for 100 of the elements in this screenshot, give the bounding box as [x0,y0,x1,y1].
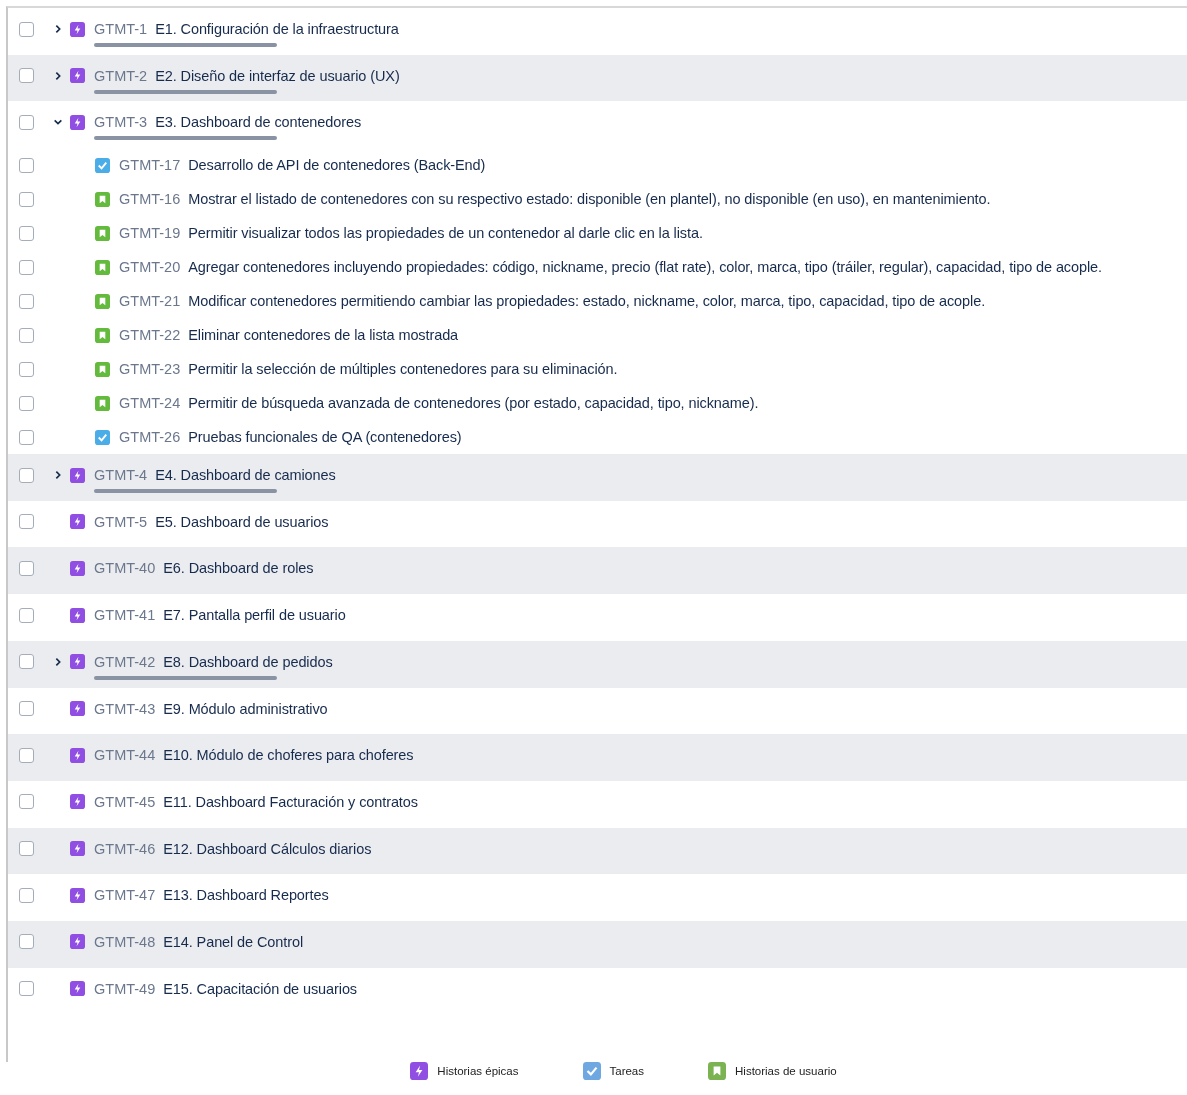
issue-key[interactable]: GTMT-40 [94,560,156,577]
issue-title[interactable]: E9. Módulo administrativo [163,700,328,717]
lightning-icon [70,560,85,576]
checkbox[interactable] [19,467,34,483]
checkbox[interactable] [19,981,34,997]
issue-title[interactable]: Desarrollo de API de contenedores (Back-End) [188,157,486,174]
issue-title[interactable]: E4. Dashboard de camiones [155,467,336,484]
checkbox[interactable] [19,114,34,130]
lightning-icon [70,654,85,670]
issue-key[interactable]: GTMT-16 [119,191,181,208]
issue-title[interactable]: E2. Diseño de interfaz de usuario (UX) [155,67,400,84]
issue-title[interactable]: Mostrar el listado de contenedores con su respectivo estado: disponible (en plantel), no disponible (en uso), en mantenimiento. [188,191,991,208]
issue-key[interactable]: GTMT-20 [119,259,181,276]
issue-key[interactable]: GTMT-43 [94,700,156,717]
issue-key[interactable]: GTMT-42 [94,653,156,670]
lightning-icon [70,68,85,84]
lightning-icon [70,934,85,950]
checkbox[interactable] [19,887,34,903]
bookmark-icon [95,361,110,377]
lightning-icon [70,747,85,763]
issue-title[interactable]: E11. Dashboard Facturación y contratos [163,793,418,810]
checkbox[interactable] [19,225,34,241]
issue-title[interactable]: E12. Dashboard Cálculos diarios [163,840,372,857]
issue-key[interactable]: GTMT-21 [119,293,181,310]
bookmark-icon [708,1062,727,1081]
checkbox[interactable] [19,934,34,950]
issue-title[interactable]: E5. Dashboard de usuarios [155,513,329,530]
chevron-right-icon[interactable] [53,656,63,667]
checkbox[interactable] [19,654,34,670]
checkbox[interactable] [19,607,34,623]
checkbox[interactable] [19,429,34,445]
bookmark-icon [95,395,110,411]
checkbox[interactable] [19,293,34,309]
legend-label: Tareas [609,1065,645,1078]
issue-key[interactable]: GTMT-24 [119,395,181,412]
issue-key[interactable]: GTMT-5 [94,513,148,530]
issue-title[interactable]: E10. Módulo de choferes para choferes [163,747,414,764]
checkbox[interactable] [19,560,34,576]
bookmark-icon [95,293,110,309]
checkbox[interactable] [19,395,34,411]
issue-title[interactable]: E8. Dashboard de pedidos [163,653,333,670]
chevron-right-icon[interactable] [53,70,63,81]
issue-key[interactable]: GTMT-46 [94,840,156,857]
issue-key[interactable]: GTMT-19 [119,225,181,242]
lightning-icon [70,114,85,130]
issue-title[interactable]: E6. Dashboard de roles [163,560,314,577]
checkbox[interactable] [19,157,34,173]
issue-key[interactable]: GTMT-48 [94,933,156,950]
issue-key[interactable]: GTMT-26 [119,429,181,446]
issue-title[interactable]: E15. Capacitación de usuarios [163,980,357,997]
checkbox[interactable] [19,21,34,37]
issue-key[interactable]: GTMT-41 [94,607,156,624]
issue-title[interactable]: Permitir la selección de múltiples contenedores para su eliminación. [188,361,618,378]
lightning-icon [70,981,85,997]
issue-title[interactable]: Permitir de búsqueda avanzada de contenedores (por estado, capacidad, tipo, nickname). [188,395,759,412]
checkbox[interactable] [19,841,34,857]
lightning-icon [70,467,85,483]
issue-title[interactable]: Permitir visualizar todos las propiedades de un contenedor al darle clic en la lista. [188,225,703,242]
issue-title[interactable]: E1. Configuración de la infraestructura [155,21,399,37]
lightning-icon [410,1062,429,1081]
checkbox[interactable] [19,361,34,377]
checkbox[interactable] [19,259,34,275]
chevron-right-icon[interactable] [53,24,63,34]
bookmark-icon [95,225,110,241]
checkbox[interactable] [19,514,34,530]
checkbox[interactable] [19,68,34,84]
chevron-right-icon[interactable] [53,470,63,481]
lightning-icon [70,701,85,716]
issue-key[interactable]: GTMT-49 [94,980,156,997]
issue-key[interactable]: GTMT-4 [94,467,148,484]
issue-title[interactable]: E13. Dashboard Reportes [163,887,329,904]
issue-key[interactable]: GTMT-44 [94,747,156,764]
issue-title[interactable]: E3. Dashboard de contenedores [155,114,362,131]
checkbox[interactable] [19,327,34,343]
issue-key[interactable]: GTMT-45 [94,793,156,810]
issue-key[interactable]: GTMT-1 [94,21,148,37]
legend-label: Historias épicas [437,1065,519,1078]
issue-title[interactable]: Pruebas funcionales de QA (contenedores) [188,429,462,446]
issue-title[interactable]: Modificar contenedores permitiendo cambiar las propiedades: estado, nickname, color, marca, tipo, capacidad, tipo de acople. [188,293,986,310]
issue-title[interactable]: E14. Panel de Control [163,933,303,950]
issue-key[interactable]: GTMT-2 [94,67,148,84]
issue-key[interactable]: GTMT-22 [119,327,181,344]
bookmark-icon [95,191,110,207]
issue-title[interactable]: Agregar contenedores incluyendo propiedades: código, nickname, precio (flat rate), color, marca, tipo (tráiler, regular), capacidad, tipo de acople. [188,259,1102,276]
issue-key[interactable]: GTMT-47 [94,887,156,904]
issue-key[interactable]: GTMT-17 [119,157,181,174]
checkmark-icon [95,157,110,173]
checkbox[interactable] [19,191,34,207]
issue-title[interactable]: Eliminar contenedores de la lista mostrada [188,327,459,344]
checkbox[interactable] [19,794,34,810]
legend-label: Historias de usuario [735,1065,837,1078]
issue-key[interactable]: GTMT-23 [119,361,181,378]
checkmark-icon [582,1062,601,1081]
lightning-icon [70,607,85,623]
issue-title[interactable]: E7. Pantalla perfil de usuario [163,607,346,624]
bookmark-icon [95,259,110,275]
checkbox[interactable] [19,701,34,716]
issue-key[interactable]: GTMT-3 [94,114,148,131]
checkbox[interactable] [19,747,34,763]
lightning-icon [70,794,85,810]
